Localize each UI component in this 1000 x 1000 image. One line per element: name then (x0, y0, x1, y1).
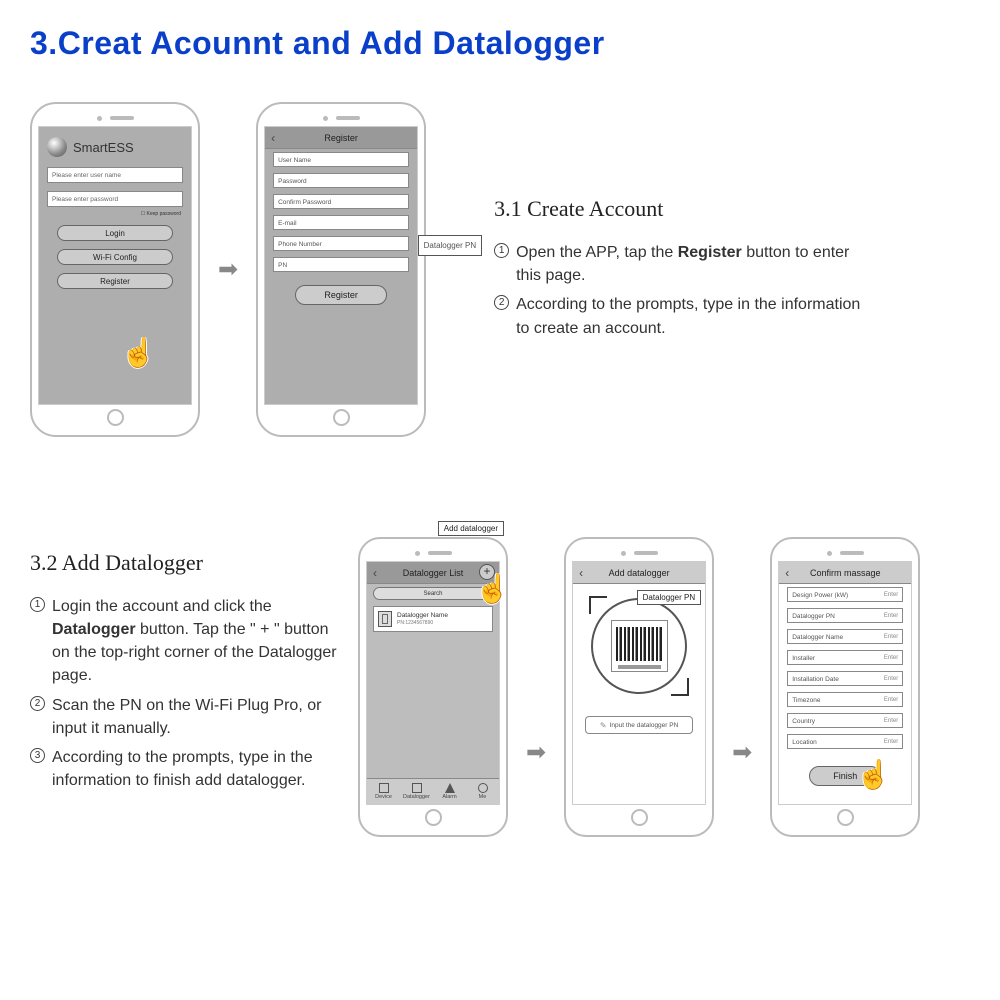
home-button-icon (631, 809, 648, 826)
back-icon[interactable]: ‹ (579, 566, 583, 580)
arrow-right-icon: ➡ (732, 738, 752, 767)
password-input[interactable]: Please enter password (47, 191, 183, 207)
register-button[interactable]: Register (57, 273, 173, 289)
row-timezone[interactable]: TimezoneEnter (787, 692, 903, 707)
step2-1: Login the account and click the Datalogg… (52, 598, 337, 685)
finish-button[interactable]: Finish (809, 766, 881, 786)
tooltip-datalogger-pn: Datalogger PN (637, 590, 701, 605)
row-installer[interactable]: InstallerEnter (787, 650, 903, 665)
row-name[interactable]: Datalogger NameEnter (787, 629, 903, 644)
step-1: Open the APP, tap the Register button to… (516, 244, 849, 284)
app-logo-icon (47, 137, 67, 157)
step2-2: Scan the PN on the Wi-Fi Plug Pro, or in… (52, 697, 321, 737)
step2-3: According to the prompts, type in the in… (52, 749, 313, 789)
scan-viewfinder[interactable] (591, 598, 687, 694)
wifi-config-button[interactable]: Wi-Fi Config (57, 249, 173, 265)
confirm-header: ‹ Confirm massage (779, 562, 911, 584)
home-button-icon (107, 409, 124, 426)
phone-register: ‹ Register User Name Password Confirm Pa… (256, 102, 426, 437)
field-username[interactable]: User Name (273, 152, 409, 167)
field-email[interactable]: E-mail (273, 215, 409, 230)
tooltip-datalogger-pn: Datalogger PN (418, 235, 482, 256)
add-datalogger-button[interactable]: + (479, 564, 495, 580)
datalogger-icon (378, 611, 392, 627)
field-phone[interactable]: Phone Number Datalogger PN (273, 236, 409, 251)
tab-me[interactable]: Me (466, 779, 499, 804)
page-title: 3.Creat Acounnt and Add Datalogger (30, 25, 970, 62)
search-input[interactable]: Search (373, 587, 493, 600)
field-password[interactable]: Password (273, 173, 409, 188)
arrow-right-icon: ➡ (526, 738, 546, 767)
arrow-right-icon: ➡ (218, 255, 238, 284)
back-icon[interactable]: ‹ (373, 566, 377, 580)
row-country[interactable]: CountryEnter (787, 713, 903, 728)
app-name: SmartESS (73, 140, 134, 155)
tab-alarm[interactable]: Alarm (433, 779, 466, 804)
login-button[interactable]: Login (57, 225, 173, 241)
username-input[interactable]: Please enter user name (47, 167, 183, 183)
section-add-datalogger: 3.2 Add Datalogger 1Login the account an… (30, 537, 970, 837)
phone-scan: ‹ Add datalogger Datalogger PN Input the… (564, 537, 714, 837)
back-icon[interactable]: ‹ (785, 566, 789, 580)
sub-title-31: 3.1 Create Account (494, 193, 874, 225)
field-pn[interactable]: PN (273, 257, 409, 272)
text-add-datalogger: 3.2 Add Datalogger 1Login the account an… (30, 537, 340, 798)
tab-device[interactable]: Device (367, 779, 400, 804)
row-date[interactable]: Installation DateEnter (787, 671, 903, 686)
datalogger-list-item[interactable]: Datalogger NamePN:1234567890 (373, 606, 493, 632)
phone-confirm: ‹ Confirm massage Design Power (kW)Enter… (770, 537, 920, 837)
section-create-account: SmartESS Please enter user name Please e… (30, 102, 970, 437)
register-submit-button[interactable]: Register (295, 285, 387, 305)
field-confirm[interactable]: Confirm Password (273, 194, 409, 209)
row-location[interactable]: LocationEnter (787, 734, 903, 749)
phone-login: SmartESS Please enter user name Please e… (30, 102, 200, 437)
bottom-nav: Device Datalogger Alarm Me (367, 778, 499, 804)
tab-datalogger[interactable]: Datalogger (400, 779, 433, 804)
row-design-power[interactable]: Design Power (kW)Enter (787, 587, 903, 602)
row-pn[interactable]: Datalogger PNEnter (787, 608, 903, 623)
home-button-icon (837, 809, 854, 826)
tap-hand-icon (121, 340, 151, 374)
phone-datalogger-list: Add datalogger ‹ Datalogger List + Searc… (358, 537, 508, 837)
datalogger-list-header: ‹ Datalogger List + (367, 562, 499, 584)
step-2: According to the prompts, type in the in… (516, 296, 860, 336)
barcode-icon (611, 620, 668, 672)
tooltip-add-datalogger: Add datalogger (438, 521, 504, 536)
home-button-icon (333, 409, 350, 426)
home-button-icon (425, 809, 442, 826)
text-create-account: 3.1 Create Account 1Open the APP, tap th… (494, 193, 874, 346)
keep-password-toggle[interactable]: ☐ Keep password (49, 211, 181, 217)
sub-title-32: 3.2 Add Datalogger (30, 547, 340, 579)
tap-hand-icon (856, 769, 886, 803)
register-header: ‹ Register (265, 127, 417, 149)
back-icon[interactable]: ‹ (271, 131, 275, 145)
app-brand: SmartESS (39, 127, 191, 163)
add-datalogger-header: ‹ Add datalogger (573, 562, 705, 584)
input-pn-button[interactable]: Input the datalogger PN (585, 716, 693, 734)
